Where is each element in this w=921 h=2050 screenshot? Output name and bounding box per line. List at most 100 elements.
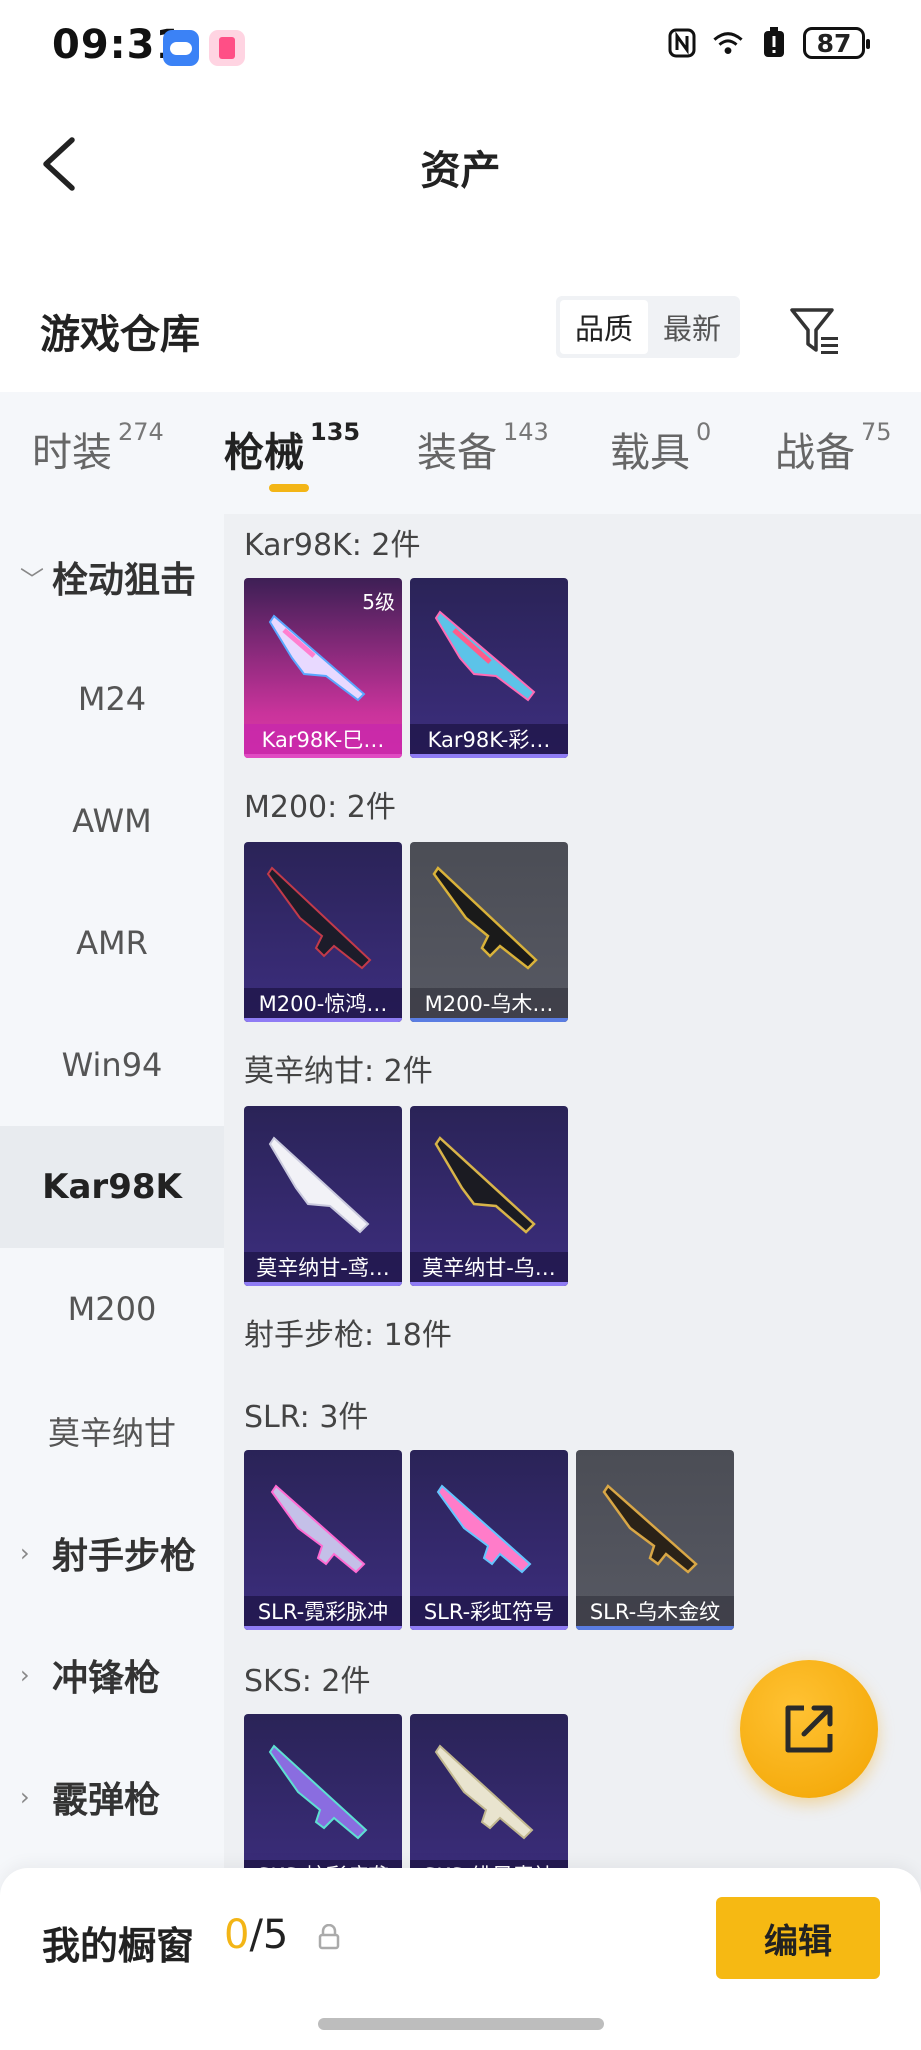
sidebar-item-label: M200 — [67, 1290, 157, 1328]
sidebar-item-label: Kar98K — [42, 1167, 182, 1207]
group-label-slr: SLR: 3件 — [244, 1400, 369, 1435]
rifle-image — [268, 1136, 370, 1234]
sort-option-quality[interactable]: 品质 — [560, 300, 648, 354]
group-label-sks: SKS: 2件 — [244, 1664, 371, 1699]
rifle-image — [434, 1136, 536, 1234]
sidebar-group-bolt-action[interactable]: ﹀ 栓动狙击 — [0, 516, 224, 638]
home-indicator[interactable] — [318, 2018, 604, 2030]
sidebar-item-win94[interactable]: Win94 — [0, 1004, 224, 1126]
tab-vehicles[interactable]: 载具 0 — [610, 418, 712, 478]
sidebar-item-m200[interactable]: M200 — [0, 1248, 224, 1370]
sidebar-item-label: AMR — [76, 924, 148, 962]
rifle-image — [602, 1484, 698, 1574]
chevron-right-icon: › — [20, 1783, 30, 1811]
item-card[interactable]: 莫辛纳甘-乌… — [410, 1106, 568, 1286]
showcase-current: 0 — [224, 1912, 250, 1958]
sidebar-item-awm[interactable]: AWM — [0, 760, 224, 882]
item-name: 莫辛纳甘-乌… — [410, 1252, 568, 1286]
item-card[interactable]: SKS-炫彩疾袭 — [244, 1714, 402, 1894]
chevron-down-icon: ﹀ — [20, 565, 44, 594]
item-name: Kar98K-彩… — [410, 724, 568, 758]
sidebar-item-label: Win94 — [61, 1046, 163, 1084]
item-card[interactable]: 莫辛纳甘-鸢… — [244, 1106, 402, 1286]
sidebar-item-label: AWM — [72, 802, 152, 840]
rifle-image — [268, 1744, 368, 1840]
tab-label: 时装 — [32, 430, 112, 476]
item-name: M200-惊鸿… — [244, 988, 402, 1022]
sidebar-item-label: 霰弹枪 — [52, 1780, 161, 1821]
battery-icon: 87 — [803, 27, 870, 59]
item-name: 莫辛纳甘-鸢… — [244, 1252, 402, 1286]
tab-label: 枪械 — [224, 430, 304, 476]
item-card[interactable]: SKS-绯风素袂 — [410, 1714, 568, 1894]
showcase-count: 0/5 — [224, 1912, 288, 1958]
sidebar-item-label: M24 — [77, 680, 147, 718]
cloud-app-icon — [163, 30, 199, 66]
tab-equipment[interactable]: 装备 143 — [417, 418, 549, 478]
sidebar-item-kar98k[interactable]: Kar98K — [0, 1126, 224, 1248]
item-name: SLR-霓彩脉冲 — [244, 1596, 402, 1630]
group-label-marksman: 射手步枪: 18件 — [244, 1318, 452, 1353]
item-name: SLR-乌木金纹 — [576, 1596, 734, 1630]
rifle-image — [434, 610, 536, 702]
sidebar-item-label: 莫辛纳甘 — [47, 1414, 176, 1452]
item-card[interactable]: SLR-霓彩脉冲 — [244, 1450, 402, 1630]
item-name: M200-乌木… — [410, 988, 568, 1022]
sort-toggle: 品质 最新 — [556, 296, 740, 358]
item-card[interactable]: 5级 Kar98K-巳… — [244, 578, 402, 758]
group-label-mosin: 莫辛纳甘: 2件 — [244, 1054, 433, 1089]
sidebar-group-smg[interactable]: › 冲锋枪 — [0, 1614, 224, 1736]
share-external-button[interactable] — [740, 1660, 878, 1798]
item-name: Kar98K-巳… — [244, 724, 402, 758]
tab-supplies[interactable]: 战备 75 — [775, 418, 892, 478]
sidebar-item-label: 射手步枪 — [52, 1536, 197, 1577]
tab-count: 0 — [696, 418, 712, 446]
item-card[interactable]: SLR-彩虹符号 — [410, 1450, 568, 1630]
tab-fashion[interactable]: 时装 274 — [32, 418, 164, 478]
edit-button[interactable]: 编辑 — [716, 1897, 880, 1979]
level-badge: 5级 — [362, 590, 395, 614]
sidebar-group-marksman[interactable]: › 射手步枪 — [0, 1492, 224, 1614]
rifle-image — [434, 1744, 534, 1840]
item-card[interactable]: SLR-乌木金纹 — [576, 1450, 734, 1630]
battery-alert-icon — [757, 26, 791, 60]
tab-label: 装备 — [417, 430, 497, 476]
sidebar-item-m24[interactable]: M24 — [0, 638, 224, 760]
page-title: 资产 — [420, 148, 501, 194]
rifle-image — [266, 866, 372, 970]
sidebar-item-label: 冲锋枪 — [52, 1658, 161, 1699]
status-bar: 09:31 87 — [0, 0, 921, 96]
rifle-image — [432, 866, 538, 970]
rifle-image — [436, 1484, 532, 1574]
filter-icon[interactable] — [788, 304, 844, 356]
chevron-right-icon: › — [20, 1539, 30, 1567]
item-card[interactable]: Kar98K-彩… — [410, 578, 568, 758]
section-title: 游戏仓库 — [40, 312, 200, 358]
sidebar-item-mosin[interactable]: 莫辛纳甘 — [0, 1370, 224, 1492]
item-name: SLR-彩虹符号 — [410, 1596, 568, 1630]
sidebar-item-label: 栓动狙击 — [52, 560, 197, 601]
group-label-kar98k: Kar98K: 2件 — [244, 528, 421, 563]
share-external-icon — [785, 1705, 833, 1753]
battery-level: 87 — [816, 28, 852, 58]
showcase-total: /5 — [249, 1912, 289, 1958]
item-card[interactable]: M200-乌木… — [410, 842, 568, 1022]
tab-label: 战备 — [775, 430, 855, 476]
tab-count: 135 — [310, 418, 361, 446]
notification-app-icon — [209, 30, 245, 66]
sidebar-item-amr[interactable]: AMR — [0, 882, 224, 1004]
showcase-label: 我的橱窗 — [42, 1924, 195, 1968]
nfc-icon — [665, 26, 699, 60]
item-card[interactable]: M200-惊鸿… — [244, 842, 402, 1022]
sort-option-latest[interactable]: 最新 — [648, 300, 736, 354]
chevron-right-icon: › — [20, 1661, 30, 1689]
tab-guns[interactable]: 枪械 135 — [224, 418, 361, 478]
rifle-image — [270, 1484, 366, 1574]
group-label-m200: M200: 2件 — [244, 790, 396, 825]
wifi-icon — [711, 26, 745, 60]
lock-icon — [318, 1923, 340, 1950]
sidebar-group-shotgun[interactable]: › 霰弹枪 — [0, 1736, 224, 1858]
tab-count: 274 — [118, 418, 164, 446]
tab-count: 143 — [503, 418, 549, 446]
tab-label: 载具 — [610, 430, 690, 476]
